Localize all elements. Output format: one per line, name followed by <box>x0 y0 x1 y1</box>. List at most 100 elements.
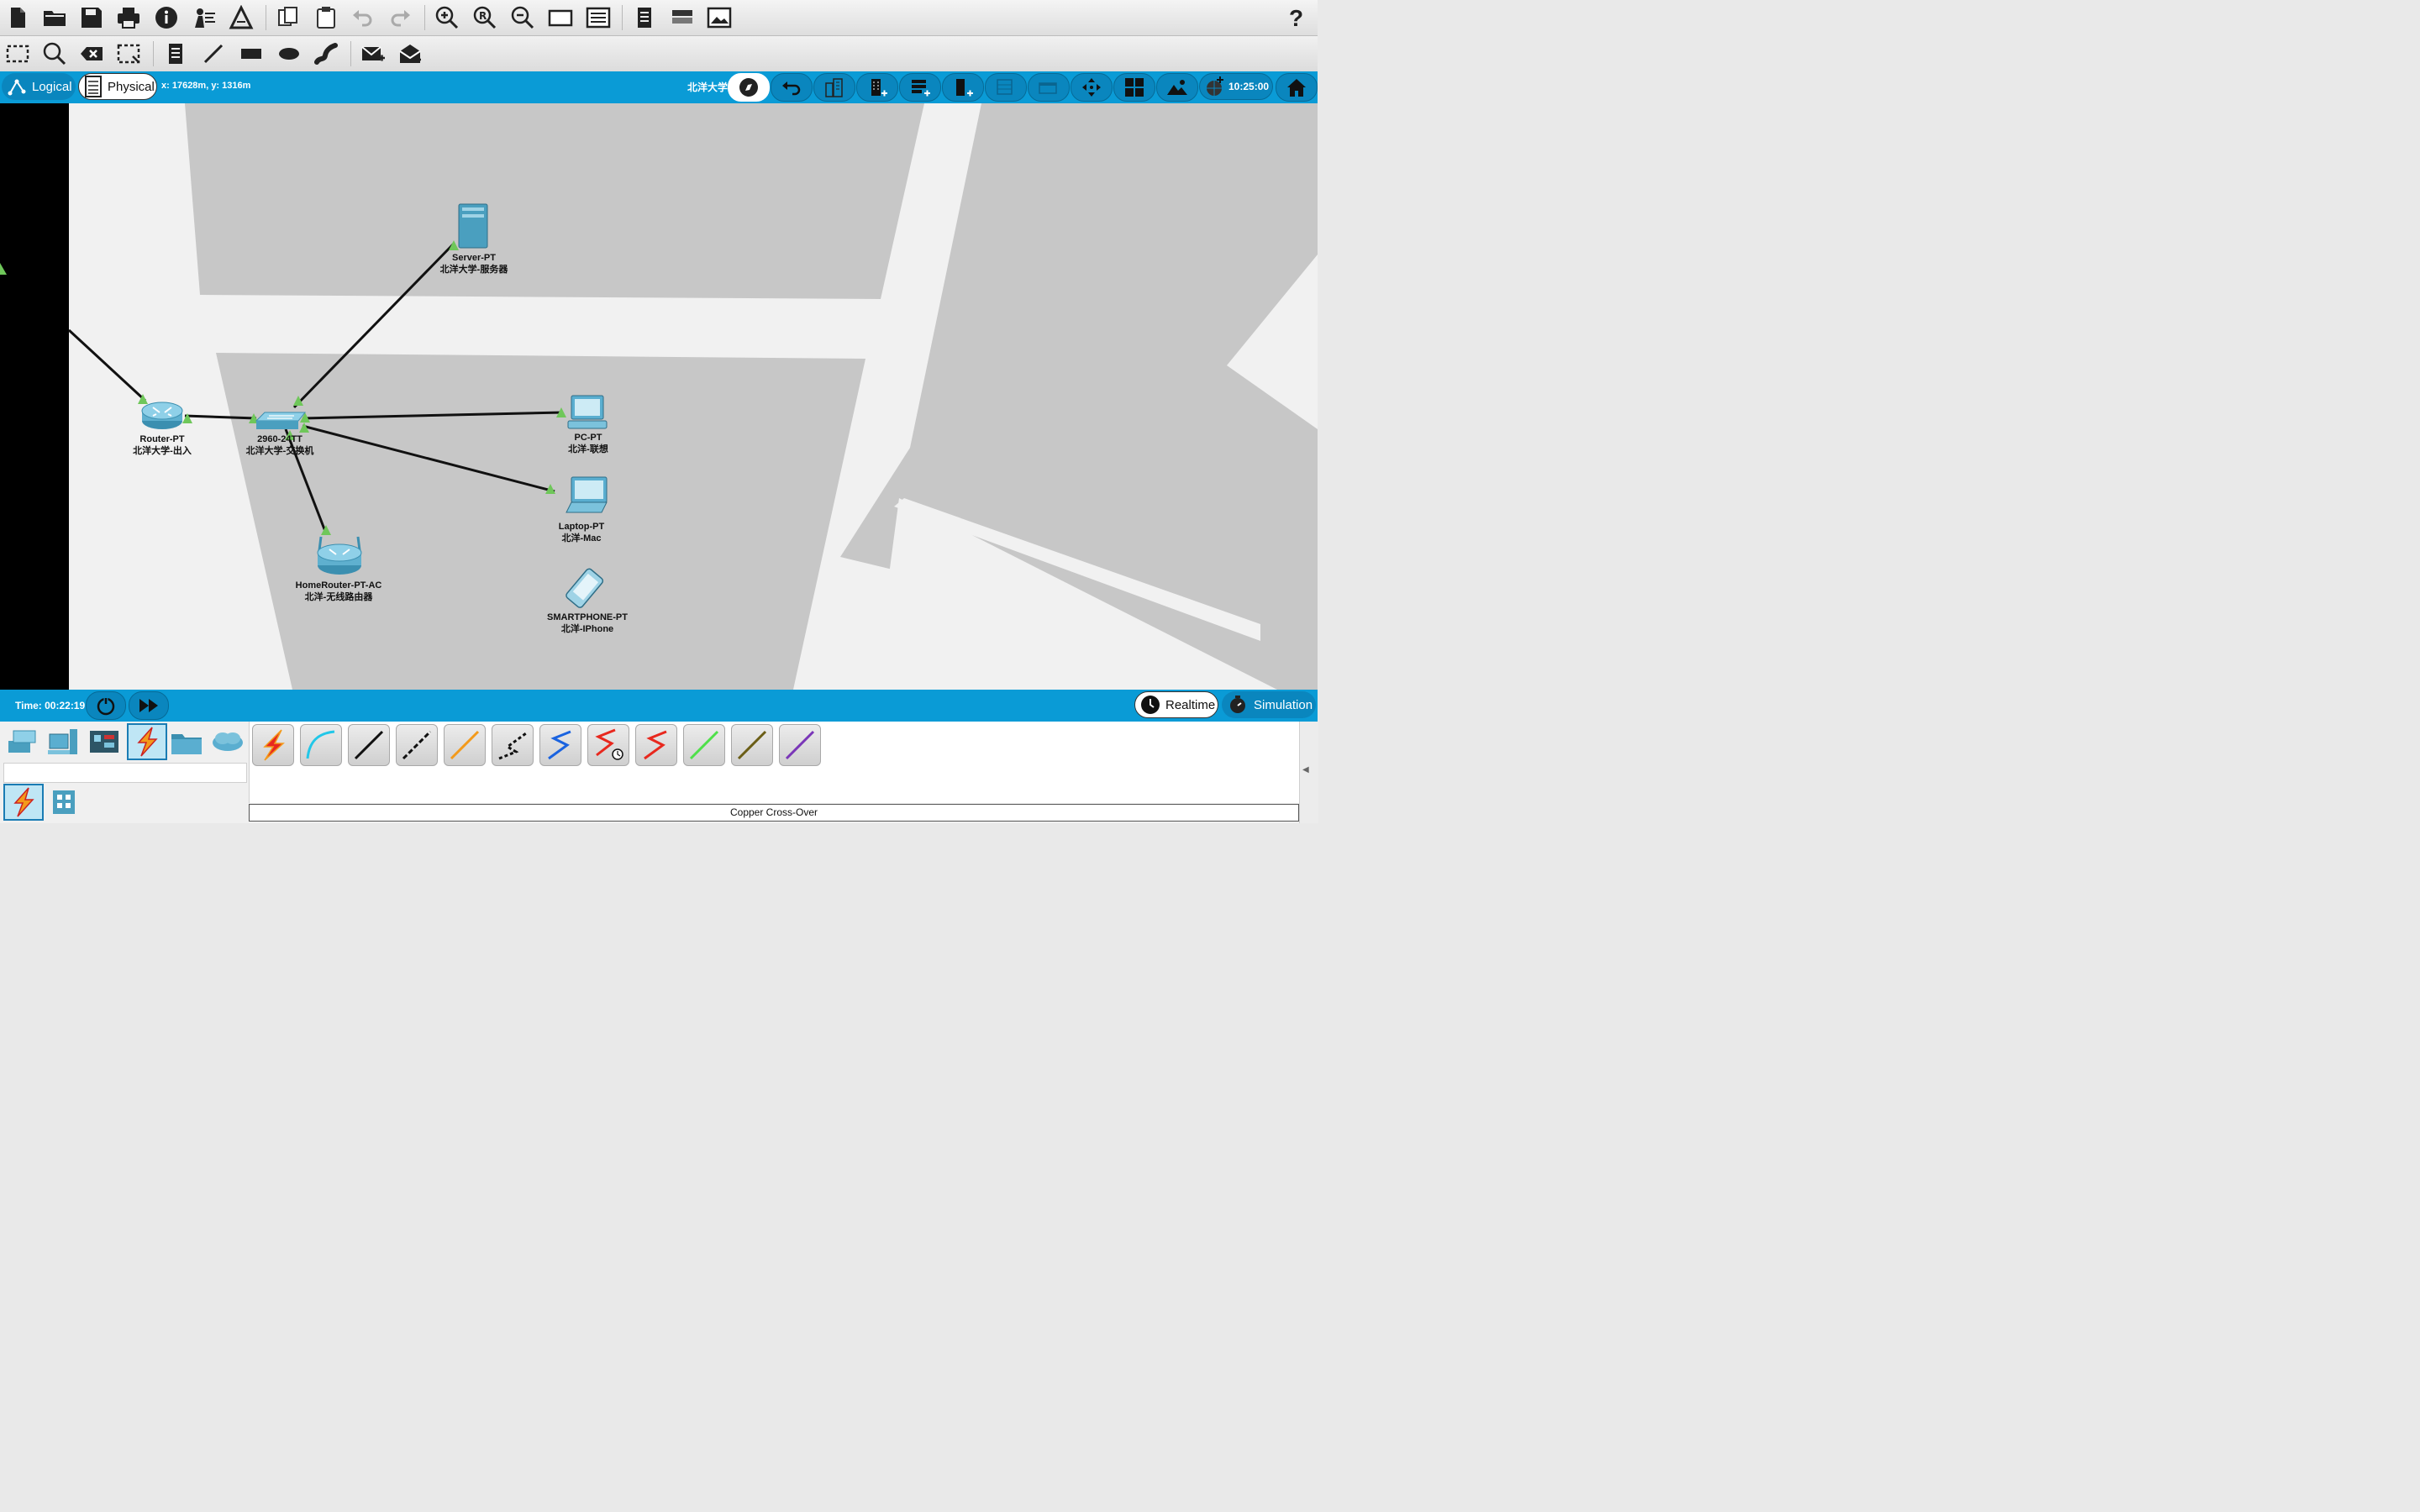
new-room-icon[interactable] <box>1028 73 1070 102</box>
realtime-label: Realtime <box>1165 697 1216 712</box>
zoom-out-icon[interactable] <box>508 3 538 32</box>
drawing-palette-icon[interactable] <box>545 3 576 32</box>
back-icon[interactable] <box>771 73 813 102</box>
device-name: 北洋大学-交换机 <box>245 446 314 456</box>
resize-icon[interactable] <box>113 39 144 68</box>
background-icon[interactable] <box>1156 73 1198 102</box>
navigation-icon[interactable] <box>728 73 770 102</box>
octal-icon[interactable] <box>683 724 725 766</box>
ellipse-icon[interactable] <box>274 39 304 68</box>
rack-icon <box>85 76 102 97</box>
copy-icon[interactable] <box>273 3 303 32</box>
collapse-panel-handle[interactable]: ◀ <box>1299 722 1318 823</box>
device-label-laptop: Laptop-PT 北洋-Mac <box>559 521 604 544</box>
end-devices-icon[interactable] <box>45 725 82 759</box>
save-icon[interactable] <box>76 3 107 32</box>
new-building-icon[interactable] <box>856 73 898 102</box>
miscellaneous-icon[interactable] <box>168 725 205 759</box>
help-button[interactable]: ? <box>1289 5 1303 32</box>
serial-dce-icon[interactable] <box>587 724 629 766</box>
move-object-icon[interactable] <box>1071 73 1113 102</box>
realtime-mode-button[interactable]: Realtime <box>1134 691 1218 718</box>
multiuser-icon[interactable] <box>209 725 246 759</box>
device-label-pc: PC-PT 北洋-联想 <box>568 432 608 455</box>
activity-wizard-icon[interactable] <box>189 3 219 32</box>
home-icon[interactable] <box>1276 73 1318 102</box>
cursor-coordinates: x: 17628m, y: 1316m <box>161 81 251 91</box>
coaxial-icon[interactable] <box>539 724 581 766</box>
console-cable-icon[interactable] <box>300 724 342 766</box>
logical-view-button[interactable]: Logical <box>2 73 76 100</box>
device-name: 北洋-IPhone <box>560 624 614 634</box>
redo-icon[interactable] <box>385 3 415 32</box>
simulation-label: Simulation <box>1254 697 1313 712</box>
device-model: PC-PT <box>574 433 602 443</box>
structured-cabling-icon[interactable] <box>45 785 82 819</box>
device-template-icon[interactable] <box>667 3 697 32</box>
device-model: Router-PT <box>139 434 185 444</box>
rectangle-icon[interactable] <box>236 39 266 68</box>
device-laptop[interactable] <box>563 473 610 518</box>
network-devices-icon[interactable] <box>3 725 40 759</box>
custom-devices-icon[interactable] <box>583 3 613 32</box>
device-search-field[interactable] <box>3 763 247 783</box>
device-model: Laptop-PT <box>558 522 605 532</box>
freeform-icon[interactable] <box>311 39 341 68</box>
select-icon[interactable] <box>3 39 33 68</box>
device-type-selection-box: ◀ Copper Cross-Over <box>0 722 1318 823</box>
fast-forward-icon[interactable] <box>129 691 169 720</box>
pt-builder-icon[interactable] <box>226 3 256 32</box>
device-label-server: Server-PT 北洋大学-服务器 <box>440 252 508 276</box>
zoom-reset-icon[interactable]: R <box>470 3 500 32</box>
physical-workspace[interactable]: Server-PT 北洋大学-服务器 Router-PT 北洋大学-出入 296… <box>0 103 1318 690</box>
iot-custom-cable-icon[interactable] <box>731 724 773 766</box>
device-home-router[interactable] <box>314 532 365 579</box>
copper-cross-over-icon[interactable] <box>396 724 438 766</box>
selected-device-label: Copper Cross-Over <box>249 804 1299 822</box>
zoom-in-icon[interactable] <box>432 3 462 32</box>
usb-cable-icon[interactable] <box>779 724 821 766</box>
auto-cable-icon[interactable] <box>252 724 294 766</box>
new-rack-icon[interactable] <box>899 73 941 102</box>
collapse-arrow-icon: ◀ <box>1302 765 1309 774</box>
device-smartphone[interactable] <box>561 567 608 612</box>
new-closet-icon[interactable] <box>942 73 984 102</box>
new-city-icon[interactable] <box>813 73 855 102</box>
components-icon[interactable] <box>86 725 123 759</box>
add-pdu-icon[interactable] <box>358 39 388 68</box>
device-pc[interactable] <box>565 392 610 431</box>
device-switch[interactable] <box>252 407 309 433</box>
info-icon[interactable] <box>151 3 182 32</box>
main-toolbar: R ? <box>0 0 1318 36</box>
power-cycle-devices-icon[interactable] <box>86 691 126 720</box>
new-file-icon[interactable] <box>3 3 33 32</box>
phone-cable-icon[interactable] <box>492 724 534 766</box>
copper-straight-through-icon[interactable] <box>348 724 390 766</box>
serial-dte-icon[interactable] <box>635 724 677 766</box>
note-icon[interactable] <box>160 39 191 68</box>
connections-icon[interactable] <box>127 723 167 760</box>
print-icon[interactable] <box>113 3 144 32</box>
device-server[interactable] <box>454 197 494 253</box>
image-icon[interactable] <box>704 3 734 32</box>
set-tiled-background-icon[interactable]: 10:25:00 <box>1199 73 1273 100</box>
simulation-mode-button[interactable]: Simulation <box>1222 691 1316 718</box>
fiber-icon[interactable] <box>444 724 486 766</box>
device-label-switch: 2960-24TT 北洋大学-交换机 <box>246 433 314 457</box>
notes-icon[interactable] <box>629 3 660 32</box>
open-folder-icon[interactable] <box>39 3 70 32</box>
undo-icon[interactable] <box>348 3 378 32</box>
connections-sub-icon[interactable] <box>3 784 44 821</box>
add-complex-pdu-icon[interactable] <box>395 39 425 68</box>
inspect-icon[interactable] <box>39 39 70 68</box>
clock-icon <box>1141 696 1160 714</box>
delete-icon[interactable] <box>76 39 107 68</box>
line-icon[interactable] <box>198 39 229 68</box>
device-model: SMARTPHONE-PT <box>547 612 628 622</box>
physical-view-button[interactable]: Physical <box>78 73 157 100</box>
svg-text:R: R <box>479 10 487 22</box>
device-router[interactable] <box>139 399 187 433</box>
grid-icon[interactable] <box>1113 73 1155 102</box>
new-container-icon[interactable] <box>985 73 1027 102</box>
paste-icon[interactable] <box>311 3 341 32</box>
